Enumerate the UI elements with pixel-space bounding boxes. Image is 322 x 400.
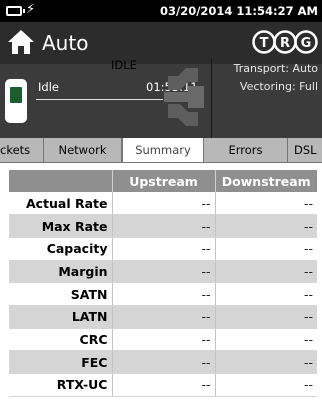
tab-summary[interactable]: Summary	[122, 138, 204, 162]
status-bar: ⚡ 03/20/2014 11:54:27 AM	[0, 0, 322, 22]
tab-packets[interactable]: ckets	[0, 138, 44, 162]
row-label-latn: LATN	[9, 305, 113, 329]
battery-icon	[6, 6, 25, 16]
state-underline	[36, 99, 163, 100]
tab-errors[interactable]: Errors	[204, 138, 288, 162]
svg-text:G: G	[301, 36, 312, 51]
row-label-margin: Margin	[9, 260, 113, 284]
cell-downstream: --	[215, 305, 317, 329]
cell-upstream: --	[112, 328, 216, 352]
cell-downstream: --	[215, 214, 317, 238]
cell-upstream: --	[112, 282, 216, 306]
header-downstream: Downstream	[215, 170, 317, 192]
table-row: Actual Rate -- --	[9, 192, 317, 216]
row-label-capacity: Capacity	[9, 237, 113, 261]
row-label-fec: FEC	[9, 350, 113, 374]
table-row: Capacity -- --	[9, 237, 317, 261]
cell-downstream: --	[215, 350, 317, 374]
cell-upstream: --	[112, 260, 216, 284]
summary-table: Upstream Downstream Actual Rate -- -- Ma…	[9, 170, 317, 397]
cell-upstream: --	[112, 237, 216, 261]
svg-text:T: T	[260, 36, 269, 51]
table-row: RTX-UC -- --	[9, 373, 317, 397]
table-row: Margin -- --	[9, 260, 317, 284]
cell-upstream: --	[112, 192, 216, 216]
svg-text:R: R	[280, 36, 290, 51]
cell-upstream: --	[112, 373, 216, 397]
table-header-row: Upstream Downstream	[9, 170, 317, 192]
table-row: Max Rate -- --	[9, 214, 317, 238]
table-row: LATN -- --	[9, 305, 317, 329]
cell-upstream: --	[112, 214, 216, 238]
cell-downstream: --	[215, 328, 317, 352]
page-title: Auto	[42, 31, 89, 55]
panel-divider	[211, 58, 212, 138]
line-splitter-icon	[164, 68, 204, 126]
tab-network[interactable]: Network	[44, 138, 122, 162]
cell-downstream: --	[215, 282, 317, 306]
cell-downstream: --	[215, 373, 317, 397]
table-row: CRC -- --	[9, 328, 317, 352]
transport-setting: Transport: Auto	[233, 62, 318, 75]
modem-device-icon	[5, 79, 27, 123]
header-upstream: Upstream	[112, 170, 216, 192]
status-datetime: 03/20/2014 11:54:27 AM	[160, 4, 318, 18]
cell-downstream: --	[215, 260, 317, 284]
vectoring-setting: Vectoring: Full	[239, 80, 318, 93]
row-label-satn: SATN	[9, 282, 113, 306]
row-label-rtx-uc: RTX-UC	[9, 373, 113, 397]
cell-upstream: --	[112, 305, 216, 329]
trg-logo: T R G	[252, 30, 318, 54]
table-row: SATN -- --	[9, 282, 317, 306]
row-label-crc: CRC	[9, 328, 113, 352]
cell-downstream: --	[215, 192, 317, 216]
cell-upstream: --	[112, 350, 216, 374]
connection-state-label: Idle	[38, 80, 59, 94]
lightning-icon: ⚡	[26, 2, 36, 17]
home-icon[interactable]	[6, 28, 36, 56]
tab-dsl[interactable]: DSL	[288, 138, 322, 162]
table-row: FEC -- --	[9, 350, 317, 374]
header-empty	[9, 170, 113, 192]
tab-bar: ckets Network Summary Errors DSL	[0, 138, 322, 163]
row-label-actual-rate: Actual Rate	[9, 192, 113, 216]
cell-downstream: --	[215, 237, 317, 261]
row-label-max-rate: Max Rate	[9, 214, 113, 238]
